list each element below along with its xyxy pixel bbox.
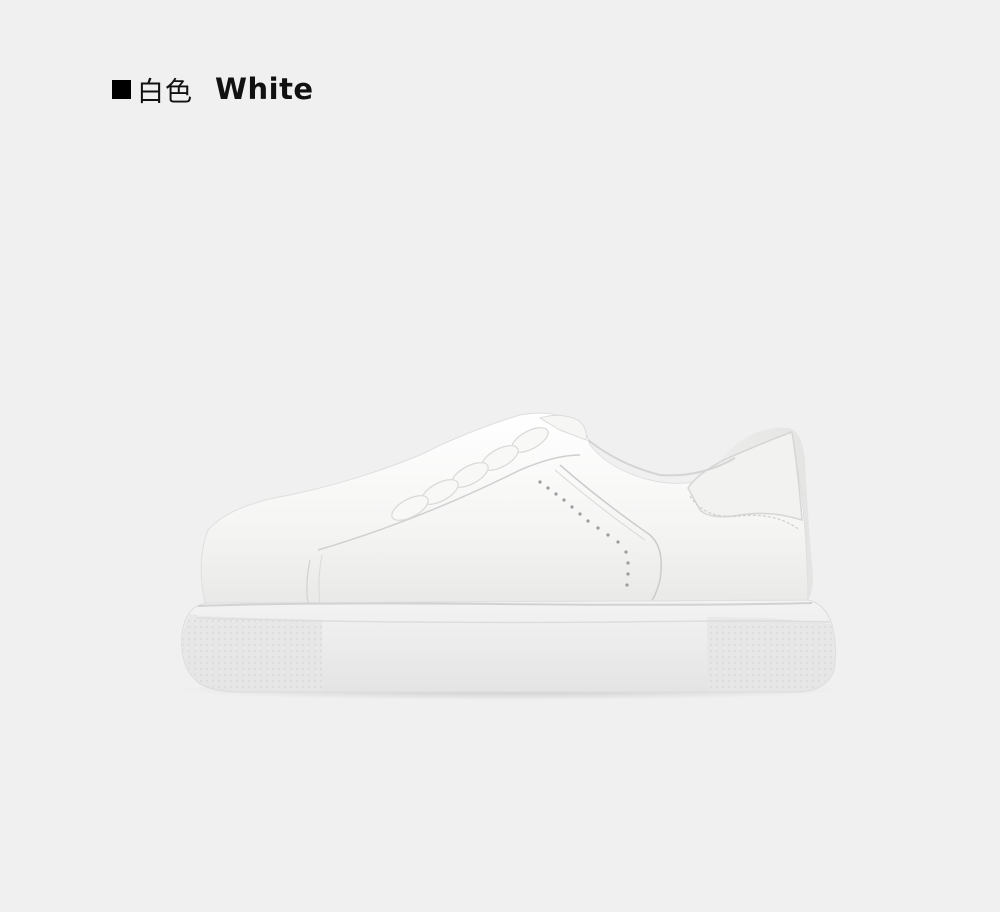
product-color-panel: 白色 White	[0, 0, 1000, 912]
sneaker-sole	[181, 599, 837, 693]
sneaker-product-image	[175, 412, 845, 700]
sneaker-upper	[200, 412, 813, 604]
